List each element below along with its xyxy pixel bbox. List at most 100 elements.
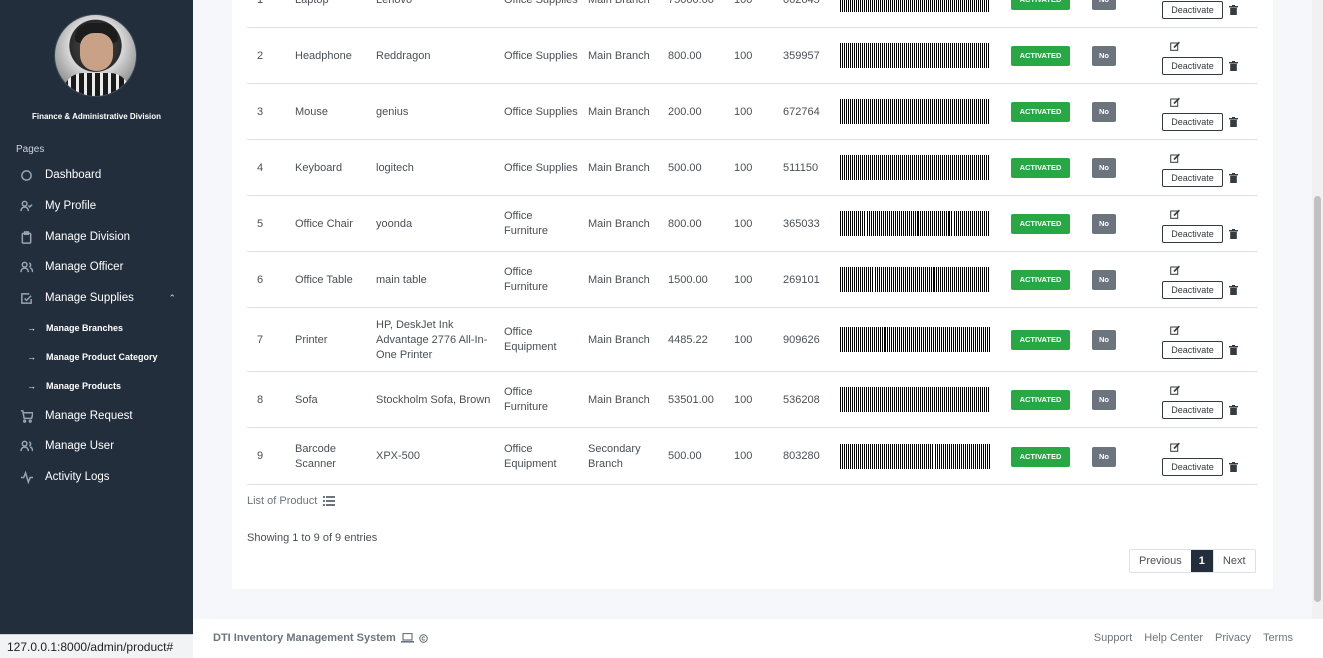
division-name: Finance & Administrative Division	[31, 112, 162, 121]
trash-icon[interactable]	[1229, 461, 1238, 472]
barcode-image	[840, 267, 993, 292]
sidebar-item-manage-officer[interactable]: Manage Officer	[0, 254, 193, 280]
footer-link-help-center[interactable]: Help Center	[1144, 632, 1203, 644]
edit-icon[interactable]	[1170, 41, 1180, 51]
sidebar-item-manage-supplies[interactable]: Manage Supplies ⌃	[0, 285, 193, 311]
cell-category: Office Supplies	[504, 161, 578, 174]
cell-code: 062645	[783, 0, 833, 8]
sidebar-subitem-label: Manage Branches	[46, 323, 124, 333]
deactivate-button[interactable]: Deactivate	[1162, 281, 1223, 299]
table-caption: List of Product	[247, 495, 336, 507]
deactivate-button[interactable]: Deactivate	[1162, 401, 1223, 419]
cell-price: 500.00	[668, 450, 702, 462]
edit-icon[interactable]	[1170, 209, 1180, 219]
barcode-image	[840, 387, 993, 412]
sidebar-item-manage-request[interactable]: Manage Request	[0, 403, 193, 429]
flag-badge: No	[1092, 330, 1116, 350]
scrollbar-thumb[interactable]	[1314, 196, 1321, 602]
deactivate-button[interactable]: Deactivate	[1162, 341, 1223, 359]
flag-badge: No	[1092, 214, 1116, 234]
deactivate-button[interactable]: Deactivate	[1162, 57, 1223, 75]
previous-button[interactable]: Previous	[1130, 550, 1191, 572]
cell-qty: 100	[734, 217, 753, 230]
arrow-right-icon: →	[27, 323, 36, 333]
sidebar-item-my-profile[interactable]: My Profile	[0, 193, 193, 219]
edit-icon[interactable]	[1170, 265, 1180, 275]
sidebar-item-label: Manage User	[45, 440, 115, 452]
cell-category: Office Equipment	[504, 442, 557, 470]
cell-name: Sofa	[295, 393, 318, 406]
barcode-image	[840, 43, 993, 68]
flag-badge: No	[1092, 446, 1116, 467]
deactivate-button[interactable]: Deactivate	[1162, 225, 1223, 243]
barcode-image	[840, 443, 993, 469]
edit-icon[interactable]	[1170, 442, 1180, 452]
trash-icon[interactable]	[1229, 229, 1238, 239]
chevron-up-icon[interactable]: ⌃	[168, 293, 176, 304]
footer-link-privacy[interactable]: Privacy	[1215, 632, 1251, 644]
activity-icon	[19, 470, 33, 484]
footer-link-terms[interactable]: Terms	[1263, 632, 1293, 644]
sidebar-subitem-manage-product-category[interactable]: → Manage Product Category	[0, 347, 193, 367]
copyright-icon	[418, 633, 428, 643]
trash-icon[interactable]	[1229, 5, 1238, 15]
trash-icon[interactable]	[1229, 173, 1238, 183]
cell-code: 359957	[783, 49, 820, 62]
edit-icon[interactable]	[1170, 385, 1180, 395]
trash-icon[interactable]	[1229, 405, 1238, 415]
avatar[interactable]	[54, 14, 137, 97]
status-badge: ACTIVATED	[1011, 446, 1070, 467]
edit-icon[interactable]	[1170, 325, 1180, 335]
cell-category: Office Supplies	[504, 49, 578, 62]
cell-qty: 100	[734, 450, 753, 462]
sidebar: Finance & Administrative Division Pages …	[0, 0, 193, 658]
cell-name: Keyboard	[295, 161, 343, 174]
sidebar-subitem-manage-branches[interactable]: → Manage Branches	[0, 318, 193, 338]
deactivate-button[interactable]: Deactivate	[1162, 1, 1223, 19]
sidebar-item-manage-user[interactable]: Manage User	[0, 433, 193, 459]
scrollbar[interactable]	[1312, 0, 1323, 619]
entries-info: Showing 1 to 9 of 9 entries	[247, 532, 378, 544]
sidebar-item-dashboard[interactable]: Dashboard	[0, 162, 193, 188]
cell-no: 4	[257, 161, 264, 174]
laptop-icon	[400, 633, 414, 643]
trash-icon[interactable]	[1229, 61, 1238, 71]
cell-category: Office Supplies	[504, 0, 579, 8]
list-icon	[323, 496, 336, 506]
footer-title: DTI Inventory Management System	[213, 632, 428, 644]
users-icon	[19, 439, 33, 453]
footer-link-support[interactable]: Support	[1094, 632, 1133, 644]
sidebar-item-activity-logs[interactable]: Activity Logs	[0, 464, 193, 490]
trash-icon[interactable]	[1229, 117, 1238, 127]
arrow-right-icon: →	[27, 381, 36, 391]
cell-brand: main table	[376, 273, 427, 286]
trash-icon[interactable]	[1229, 345, 1238, 355]
page-1-button[interactable]: 1	[1190, 550, 1213, 572]
cell-qty: 100	[734, 161, 753, 174]
cell-category: Office Furniture	[504, 210, 549, 237]
cell-branch: Main Branch	[588, 105, 650, 118]
trash-icon[interactable]	[1229, 285, 1238, 295]
cell-branch: Main Branch	[588, 49, 650, 62]
flag-badge: No	[1092, 270, 1116, 290]
deactivate-button[interactable]: Deactivate	[1162, 113, 1223, 131]
sidebar-item-label: Manage Request	[45, 410, 133, 422]
sidebar-item-manage-division[interactable]: Manage Division	[0, 224, 193, 250]
sidebar-subitem-manage-products[interactable]: → Manage Products	[0, 376, 193, 396]
deactivate-button[interactable]: Deactivate	[1162, 457, 1223, 476]
status-badge: ACTIVATED	[1011, 390, 1070, 410]
edit-icon[interactable]	[1170, 97, 1180, 107]
flag-badge: No	[1092, 102, 1116, 122]
deactivate-button[interactable]: Deactivate	[1162, 169, 1223, 187]
cell-price: 800.00	[668, 49, 702, 62]
cell-qty: 100	[734, 273, 753, 286]
circle-icon	[19, 168, 33, 182]
cell-no: 5	[257, 217, 264, 230]
cell-name: Laptop	[295, 0, 370, 8]
clipboard-icon	[19, 230, 33, 244]
cell-code: 536208	[783, 393, 820, 406]
next-button[interactable]: Next	[1212, 550, 1255, 572]
cell-brand: logitech	[376, 161, 414, 174]
cell-code: 803280	[783, 450, 820, 462]
edit-icon[interactable]	[1170, 153, 1180, 163]
